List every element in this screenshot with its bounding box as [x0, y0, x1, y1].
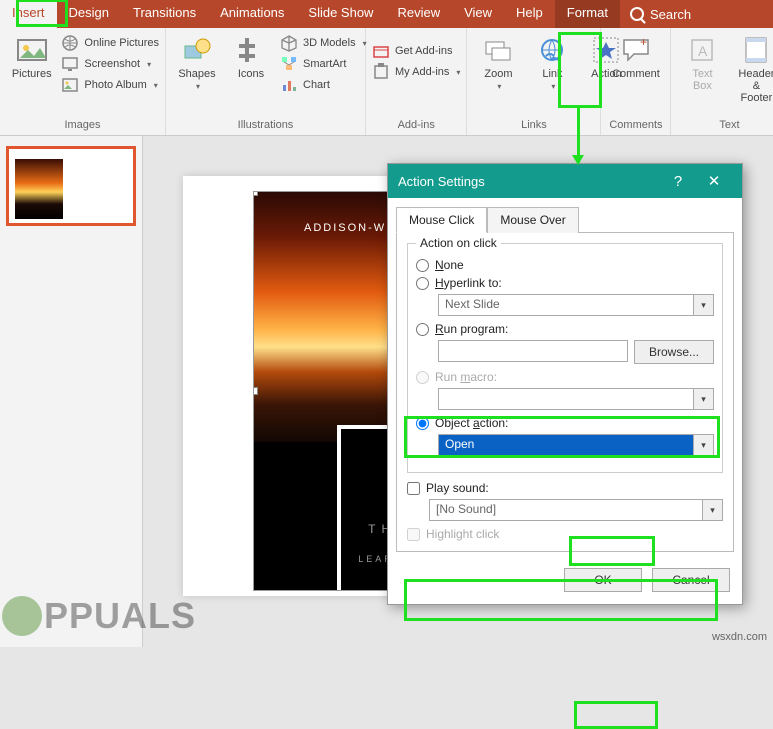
tab-transitions[interactable]: Transitions — [121, 0, 208, 28]
chart-icon — [280, 76, 298, 94]
link-icon — [536, 34, 568, 66]
comments-group-label: Comments — [607, 116, 664, 135]
addins-icon — [372, 63, 390, 81]
smartart-icon — [280, 55, 298, 73]
thumbnail-cover — [15, 159, 63, 219]
icons-button[interactable]: Icons — [226, 32, 276, 116]
online-pictures-button[interactable]: Online Pictures — [61, 34, 159, 52]
store-icon — [372, 42, 390, 60]
radio-object-action[interactable]: Object action: — [416, 416, 714, 430]
comment-icon: + — [620, 34, 652, 66]
close-button[interactable]: ✕ — [696, 172, 732, 190]
chevron-down-icon: ▾ — [693, 389, 713, 409]
ok-button[interactable]: OK — [564, 568, 642, 592]
photo-album-icon — [61, 76, 79, 94]
get-addins-button[interactable]: Get Add-ins — [372, 42, 460, 60]
shapes-icon — [181, 34, 213, 66]
3d-models-button[interactable]: 3D Models▾ — [280, 34, 367, 52]
watermark-icon — [2, 596, 42, 636]
svg-text:+: + — [640, 35, 647, 49]
screenshot-button[interactable]: Screenshot▾ — [61, 55, 159, 73]
search-box[interactable]: Search — [620, 0, 701, 28]
illustrations-group-label: Illustrations — [172, 116, 359, 135]
dialog-tabs: Mouse Click Mouse Over — [388, 198, 742, 232]
browse-button[interactable]: Browse... — [634, 340, 714, 364]
dialog-titlebar[interactable]: Action Settings ? ✕ — [388, 164, 742, 198]
radio-run-program[interactable]: Run program: — [416, 322, 714, 336]
chevron-down-icon: ▾ — [693, 295, 713, 315]
dialog-pane: Action on click None Hyperlink to: Next … — [396, 232, 734, 552]
tab-design[interactable]: Design — [57, 0, 121, 28]
comment-button[interactable]: + Comment — [607, 32, 664, 116]
header-footer-icon — [740, 34, 772, 66]
zoom-button[interactable]: Zoom▾ — [473, 32, 523, 116]
chevron-down-icon: ▾ — [693, 435, 713, 455]
header-footer-button[interactable]: Header & Footer — [731, 32, 773, 116]
search-label: Search — [650, 7, 691, 22]
resize-handle-nw[interactable] — [253, 191, 258, 196]
search-icon — [630, 7, 644, 21]
chevron-down-icon: ▾ — [702, 500, 722, 520]
object-action-select[interactable]: Open▾ — [438, 434, 714, 456]
radio-hyperlink[interactable]: Hyperlink to: — [416, 276, 714, 290]
addins-group-label: Add-ins — [372, 116, 460, 135]
my-addins-button[interactable]: My Add-ins▾ — [372, 63, 460, 81]
help-button[interactable]: ? — [660, 173, 696, 190]
cancel-button[interactable]: Cancel — [652, 568, 730, 592]
link-button[interactable]: Link▾ — [527, 32, 577, 116]
run-program-input[interactable] — [438, 340, 628, 362]
smartart-button[interactable]: SmartArt — [280, 55, 367, 73]
ribbon-tabs: Insert Design Transitions Animations Sli… — [0, 0, 773, 28]
textbox-button[interactable]: A Text Box — [677, 32, 727, 116]
images-group-label: Images — [6, 116, 159, 135]
screenshot-icon — [61, 55, 79, 73]
dialog-footer: OK Cancel — [388, 560, 742, 604]
hyperlink-select[interactable]: Next Slide▾ — [438, 294, 714, 316]
radio-none[interactable]: None — [416, 258, 714, 272]
slide-thumbnail-1[interactable] — [6, 146, 136, 226]
online-pictures-icon — [61, 34, 79, 52]
action-on-click-group: Action on click None Hyperlink to: Next … — [407, 243, 723, 473]
zoom-icon — [482, 34, 514, 66]
pictures-icon — [16, 34, 48, 66]
radio-run-macro: Run macro: — [416, 370, 714, 384]
tab-slideshow[interactable]: Slide Show — [296, 0, 385, 28]
annotation-arrow — [577, 108, 580, 163]
group-legend: Action on click — [416, 236, 501, 250]
tab-mouse-click[interactable]: Mouse Click — [396, 207, 487, 233]
sound-select[interactable]: [No Sound]▾ — [429, 499, 723, 521]
chart-button[interactable]: Chart — [280, 76, 367, 94]
watermark: PPUALS — [2, 595, 196, 637]
shapes-button[interactable]: Shapes▾ — [172, 32, 222, 116]
highlight-ok-button — [574, 701, 658, 729]
photo-album-button[interactable]: Photo Album▾ — [61, 76, 159, 94]
tab-mouse-over[interactable]: Mouse Over — [487, 207, 578, 233]
credit-text: wsxdn.com — [712, 631, 767, 643]
slide-thumbnails — [0, 136, 143, 647]
tab-format[interactable]: Format — [555, 0, 620, 28]
dialog-title: Action Settings — [398, 174, 485, 189]
textbox-icon: A — [686, 34, 718, 66]
tab-help[interactable]: Help — [504, 0, 555, 28]
svg-text:A: A — [698, 43, 708, 59]
tab-view[interactable]: View — [452, 0, 504, 28]
tab-animations[interactable]: Animations — [208, 0, 296, 28]
highlight-click-checkbox: Highlight click — [407, 527, 723, 541]
play-sound-checkbox[interactable]: Play sound: — [407, 481, 723, 495]
action-settings-dialog: Action Settings ? ✕ Mouse Click Mouse Ov… — [387, 163, 743, 605]
pictures-button[interactable]: Pictures — [6, 32, 57, 116]
resize-handle-w[interactable] — [253, 387, 258, 395]
icons-icon — [235, 34, 267, 66]
tab-insert[interactable]: Insert — [0, 0, 57, 28]
text-group-label: Text — [677, 116, 773, 135]
ribbon-groups: Pictures Online Pictures Screenshot▾ Pho… — [0, 28, 773, 136]
tab-review[interactable]: Review — [385, 0, 452, 28]
cube-icon — [280, 34, 298, 52]
macro-select: ▾ — [438, 388, 714, 410]
